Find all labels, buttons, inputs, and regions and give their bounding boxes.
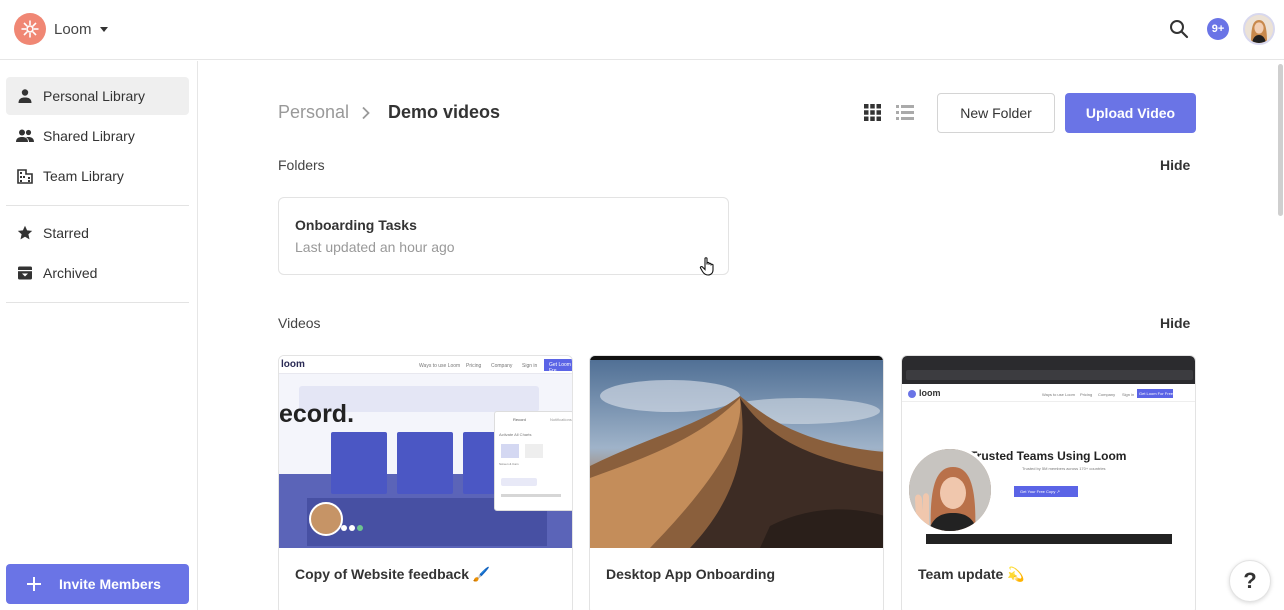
thumb-nav-link: Ways to use Loom bbox=[1042, 392, 1075, 397]
thumb-button-text: Get Your Free Copy ↗ bbox=[1020, 489, 1060, 494]
sidebar-item-label: Personal Library bbox=[43, 88, 145, 104]
thumb-subline: Trusted by 5M members across 170+ countr… bbox=[1022, 466, 1106, 471]
scrollbar[interactable] bbox=[1277, 62, 1284, 610]
help-button[interactable]: ? bbox=[1229, 560, 1271, 602]
thumb-headline: ecord. bbox=[279, 400, 355, 428]
sidebar-item-team-library[interactable]: Team Library bbox=[6, 157, 189, 195]
people-icon bbox=[16, 127, 34, 145]
thumb-cta-text: Get Loom Fre bbox=[549, 362, 571, 374]
sidebar-divider bbox=[6, 205, 189, 206]
hide-videos-link[interactable]: Hide bbox=[1160, 315, 1190, 331]
thumb-nav-link: Company bbox=[1098, 392, 1116, 397]
thumb-nav-link: Pricing bbox=[466, 363, 482, 369]
video-card[interactable]: loom Ways to use Loom Pricing Company Si… bbox=[901, 355, 1196, 610]
invite-members-button[interactable]: Invite Members bbox=[6, 564, 189, 604]
thumb-cta-text: Get Loom For Free bbox=[1139, 391, 1174, 396]
video-card[interactable]: Desktop App Onboarding bbox=[589, 355, 884, 610]
sidebar-item-shared-library[interactable]: Shared Library bbox=[6, 117, 189, 155]
caret-down-icon bbox=[99, 26, 108, 32]
upload-video-button[interactable]: Upload Video bbox=[1065, 93, 1196, 133]
video-card[interactable]: loom Ways to use Loom Pricing Company Si… bbox=[278, 355, 573, 610]
sidebar-item-personal-library[interactable]: Personal Library bbox=[6, 77, 189, 115]
thumb-headline: Trusted Teams Using Loom bbox=[970, 449, 1127, 463]
sidebar-divider bbox=[6, 302, 189, 303]
chevron-right-icon bbox=[360, 106, 372, 120]
sidebar-item-label: Starred bbox=[43, 225, 89, 241]
sidebar-item-archived[interactable]: Archived bbox=[6, 254, 189, 292]
thumb-panel-tab: Notifications bbox=[550, 417, 572, 422]
archive-icon bbox=[16, 264, 34, 282]
folder-updated-text: Last updated an hour ago bbox=[295, 239, 455, 255]
video-thumbnail bbox=[590, 356, 883, 548]
grid-view-icon[interactable] bbox=[864, 104, 881, 121]
thumb-panel-tab: Record bbox=[513, 417, 526, 422]
videos-section-label: Videos bbox=[278, 315, 321, 331]
notification-badge[interactable]: 9+ bbox=[1207, 18, 1229, 40]
sidebar-item-label: Archived bbox=[43, 265, 98, 281]
search-icon[interactable] bbox=[1167, 17, 1191, 41]
video-thumbnail: loom Ways to use Loom Pricing Company Si… bbox=[279, 356, 572, 548]
thumb-panel-label: Activate All Charts bbox=[499, 432, 532, 437]
video-thumbnail: loom Ways to use Loom Pricing Company Si… bbox=[902, 356, 1195, 548]
top-bar: Loom 9+ bbox=[0, 0, 1284, 60]
plus-icon bbox=[27, 577, 41, 591]
video-title: Team update 💫 bbox=[918, 566, 1025, 582]
folder-title: Onboarding Tasks bbox=[295, 217, 417, 233]
video-title: Desktop App Onboarding bbox=[606, 566, 776, 582]
loom-logo-icon bbox=[14, 13, 46, 45]
folders-section-label: Folders bbox=[278, 157, 325, 173]
workspace-name: Loom bbox=[54, 20, 92, 38]
thumb-nav-link: Sign in bbox=[1122, 392, 1135, 397]
sidebar-item-label: Shared Library bbox=[43, 128, 135, 144]
sidebar-item-starred[interactable]: Starred bbox=[6, 214, 189, 252]
video-title: Copy of Website feedback 🖌️ bbox=[295, 566, 491, 582]
sidebar-item-label: Team Library bbox=[43, 168, 124, 184]
thumb-nav-link: Ways to use Loom bbox=[419, 363, 461, 369]
building-icon bbox=[16, 167, 34, 185]
thumb-nav-link: Pricing bbox=[1080, 392, 1093, 397]
thumb-panel-caption: Screen & Cam bbox=[499, 462, 519, 466]
star-icon bbox=[16, 224, 34, 242]
thumb-nav-link: Sign in bbox=[522, 363, 538, 369]
scrollbar-thumb[interactable] bbox=[1278, 64, 1283, 216]
sidebar: Personal Library Shared Library Team Lib… bbox=[0, 61, 198, 610]
page-title: Demo videos bbox=[388, 102, 501, 122]
workspace-switcher[interactable]: Loom bbox=[14, 13, 108, 45]
user-avatar[interactable] bbox=[1243, 13, 1275, 45]
thumb-logo-text: loom bbox=[919, 388, 941, 398]
thumb-logo-text: loom bbox=[281, 359, 305, 370]
person-icon bbox=[16, 87, 34, 105]
list-view-icon[interactable] bbox=[896, 104, 914, 121]
new-folder-button[interactable]: New Folder bbox=[937, 93, 1055, 133]
thumb-nav-link: Company bbox=[491, 363, 513, 369]
hide-folders-link[interactable]: Hide bbox=[1160, 157, 1190, 173]
invite-members-label: Invite Members bbox=[59, 576, 161, 592]
hand-pointer-icon bbox=[699, 256, 717, 276]
breadcrumb-root[interactable]: Personal bbox=[278, 102, 349, 123]
folder-card[interactable]: Onboarding Tasks Last updated an hour ag… bbox=[278, 197, 729, 275]
